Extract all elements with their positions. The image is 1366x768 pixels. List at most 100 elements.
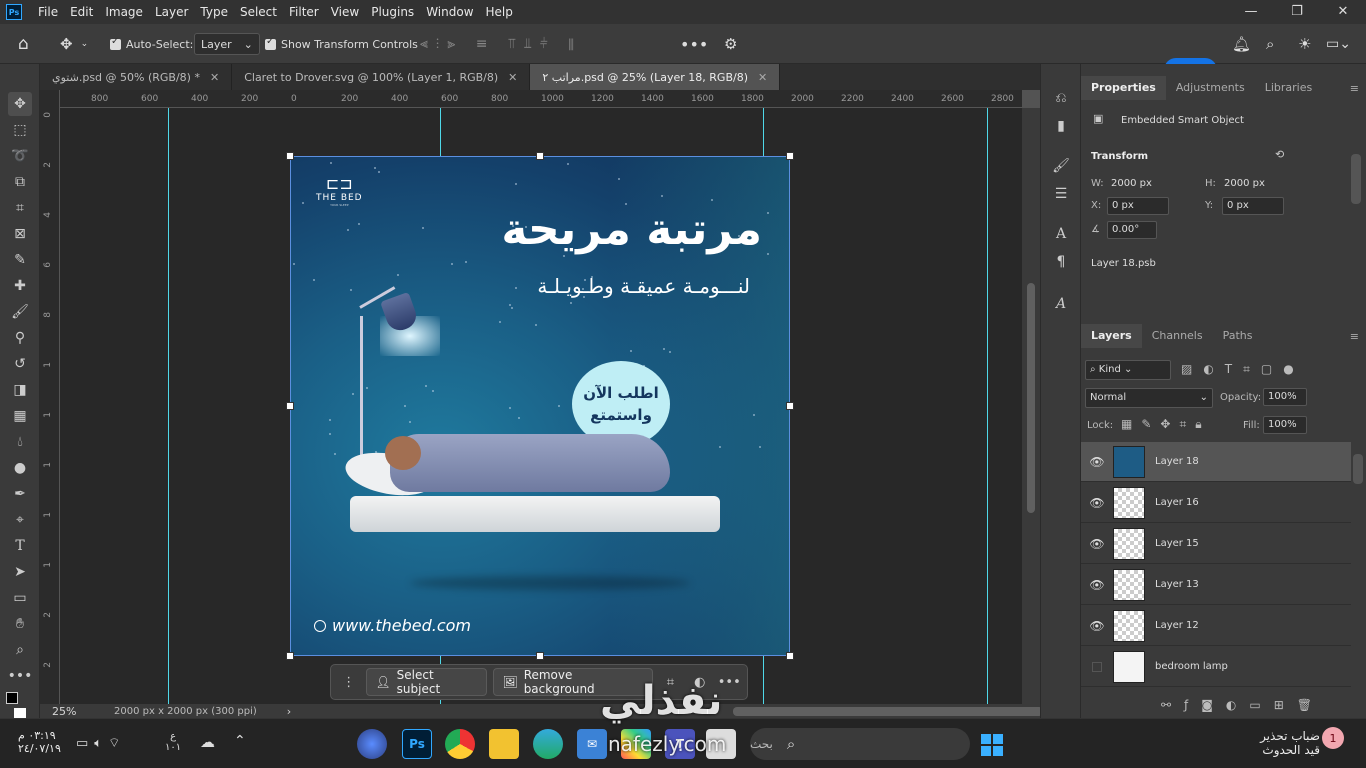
paragraph-icon[interactable]: ¶	[1049, 250, 1073, 274]
transform-handle[interactable]	[786, 402, 794, 410]
menu-image[interactable]: Image	[99, 0, 149, 24]
layer-row[interactable]: 👁︎ Layer 15	[1081, 524, 1351, 564]
panel-menu-icon[interactable]: ≡	[1350, 330, 1359, 343]
layer-actions[interactable]: ⚯ƒ◙◐▭⊞🗑︎	[1161, 698, 1325, 712]
brush-tool-icon[interactable]: 🖌︎	[8, 300, 32, 324]
guide-line[interactable]	[168, 108, 169, 704]
visibility-toggle[interactable]	[1092, 661, 1102, 672]
tab-adjustments[interactable]: Adjustments	[1166, 76, 1255, 100]
minimize-icon[interactable]: —	[1228, 0, 1274, 24]
transform-handle[interactable]	[286, 402, 294, 410]
lasso-tool-icon[interactable]: ➰	[8, 144, 32, 168]
close-icon[interactable]: ✕	[210, 71, 219, 84]
chevron-up-icon[interactable]: ⌃	[234, 733, 246, 749]
fill-field[interactable]: 100%	[1263, 416, 1307, 434]
close-icon[interactable]: ✕	[508, 71, 517, 84]
cloud-icon[interactable]: ☁	[200, 733, 215, 751]
gear-icon[interactable]: ⚙	[724, 24, 737, 64]
visibility-eye-icon[interactable]: 👁︎	[1081, 455, 1113, 469]
width-value[interactable]: 2000 px	[1111, 178, 1152, 189]
canvas-area[interactable]: ⊏⊐ THE BED YOUR SLEEP مرتبة مريحة لنـــو…	[60, 108, 1022, 704]
tab-document-1[interactable]: شتوي.psd @ 50% (RGB/8) * ✕	[40, 64, 233, 90]
transform-handle[interactable]	[536, 152, 544, 160]
move-tool-preset-icon[interactable]: ✥ ⌄	[60, 24, 88, 64]
guide-line[interactable]	[987, 108, 988, 704]
transform-handle[interactable]	[286, 152, 294, 160]
pen-tool-icon[interactable]: ✒	[8, 482, 32, 506]
more-options-icon[interactable]: •••	[680, 24, 708, 64]
menu-view[interactable]: View	[325, 0, 365, 24]
visibility-eye-icon[interactable]: 👁︎	[1081, 537, 1113, 551]
type-tool-icon[interactable]: T	[8, 534, 32, 558]
transform-bounding-box[interactable]	[286, 152, 794, 660]
notification-badge[interactable]: 1	[1322, 727, 1344, 749]
glyphs-icon[interactable]: A	[1049, 292, 1073, 316]
transform-handle[interactable]	[536, 652, 544, 660]
zoom-level[interactable]: 25%	[52, 705, 112, 718]
x-position-field[interactable]: 0 px	[1107, 197, 1169, 215]
tab-document-3[interactable]: مراتب ٢.psd @ 25% (Layer 18, RGB/8) ✕	[530, 64, 781, 90]
marquee-tool-icon[interactable]: ⬚	[8, 118, 32, 142]
layer-filter-kind[interactable]: ⌕ Kind ⌄	[1085, 360, 1171, 380]
menu-layer[interactable]: Layer	[149, 0, 194, 24]
tray-icons[interactable]: ▭🔈︎⌔	[76, 735, 126, 751]
show-transform-checkbox[interactable]	[265, 36, 276, 50]
menu-file[interactable]: File	[32, 0, 64, 24]
character-icon[interactable]: A	[1049, 222, 1073, 246]
bell-icon[interactable]: 🔔︎	[1232, 24, 1251, 64]
input-language[interactable]: ع ١٠١	[165, 731, 181, 753]
y-position-field[interactable]: 0 px	[1222, 197, 1284, 215]
close-window-icon[interactable]: ✕	[1320, 0, 1366, 24]
frame-tool-icon[interactable]: ⊠	[8, 222, 32, 246]
opacity-field[interactable]: 100%	[1263, 388, 1307, 406]
align-buttons[interactable]: ⫷⫶⫸ ≡ ⫪⫫⫩ ⦀	[420, 24, 582, 64]
menu-edit[interactable]: Edit	[64, 0, 99, 24]
layer-row[interactable]: bedroom lamp	[1081, 647, 1351, 687]
comment-icon[interactable]: ▮	[1049, 114, 1073, 138]
history-brush-icon[interactable]: ↺	[8, 352, 32, 376]
healing-tool-icon[interactable]: ✚	[8, 274, 32, 298]
blur-tool-icon[interactable]: 💧︎	[8, 430, 32, 454]
document-info[interactable]: 2000 px x 2000 px (300 ppi)	[114, 706, 257, 717]
vertical-ruler[interactable]: 0 2 4 6 8 1 1 1 1 1 2 2	[40, 90, 60, 704]
pen-path-icon[interactable]: ⌖	[8, 508, 32, 532]
vertical-scrollbar[interactable]	[1022, 108, 1040, 704]
restore-icon[interactable]: ❐	[1274, 0, 1320, 24]
properties-scrollbar[interactable]	[1351, 154, 1361, 204]
background-color-swatch[interactable]	[14, 708, 26, 718]
gradient-tool-icon[interactable]: ▦	[8, 404, 32, 428]
home-icon[interactable]: ⌂	[18, 24, 29, 64]
menu-type[interactable]: Type	[194, 0, 234, 24]
panel-menu-icon[interactable]: ≡	[1350, 82, 1359, 95]
object-select-tool-icon[interactable]: ⧉	[8, 170, 32, 194]
tab-properties[interactable]: Properties	[1081, 76, 1166, 100]
drag-handle-icon[interactable]: ⋮	[337, 670, 360, 694]
transform-handle[interactable]	[286, 652, 294, 660]
photoshop-taskbar-icon[interactable]: Ps	[402, 729, 432, 759]
reset-icon[interactable]: ⟲	[1275, 148, 1284, 161]
weather-widget[interactable]: ضباب تحذير قيد الحدوث	[1258, 729, 1320, 757]
dodge-tool-icon[interactable]: ●	[8, 456, 32, 480]
eyedropper-tool-icon[interactable]: ✎	[8, 248, 32, 272]
tab-document-2[interactable]: Claret to Drover.svg @ 100% (Layer 1, RG…	[232, 64, 531, 90]
discover-icon[interactable]: ☀	[1298, 24, 1311, 64]
visibility-eye-icon[interactable]: 👁︎	[1081, 496, 1113, 510]
tab-libraries[interactable]: Libraries	[1255, 76, 1323, 100]
horizontal-ruler[interactable]: 800 600 400 200 0 200 400 600 800 1000 1200 1400 160…	[60, 90, 1022, 108]
tab-layers[interactable]: Layers	[1081, 324, 1142, 348]
file-explorer-icon[interactable]	[489, 729, 519, 759]
layer-row[interactable]: 👁︎ Layer 13	[1081, 565, 1351, 605]
close-icon[interactable]: ✕	[758, 71, 767, 84]
angle-field[interactable]: 0.00°	[1107, 221, 1157, 239]
adjust-sliders-icon[interactable]: ☰	[1049, 182, 1073, 206]
layer-row[interactable]: 👁︎ Layer 16	[1081, 483, 1351, 523]
stamp-tool-icon[interactable]: ⚲	[8, 326, 32, 350]
mail-icon[interactable]: ✉	[577, 729, 607, 759]
taskbar-search[interactable]: ⌕ بحث	[750, 728, 970, 760]
layer-filter-icons[interactable]: ▨◐T⌗▢●	[1181, 362, 1305, 377]
select-subject-button[interactable]: 👤︎ Select subject	[366, 668, 488, 696]
chrome-icon[interactable]	[445, 729, 475, 759]
transform-handle[interactable]	[786, 652, 794, 660]
visibility-eye-icon[interactable]: 👁︎	[1081, 578, 1113, 592]
lock-icons[interactable]: ▦✎✥⌗🔒︎	[1121, 417, 1211, 432]
